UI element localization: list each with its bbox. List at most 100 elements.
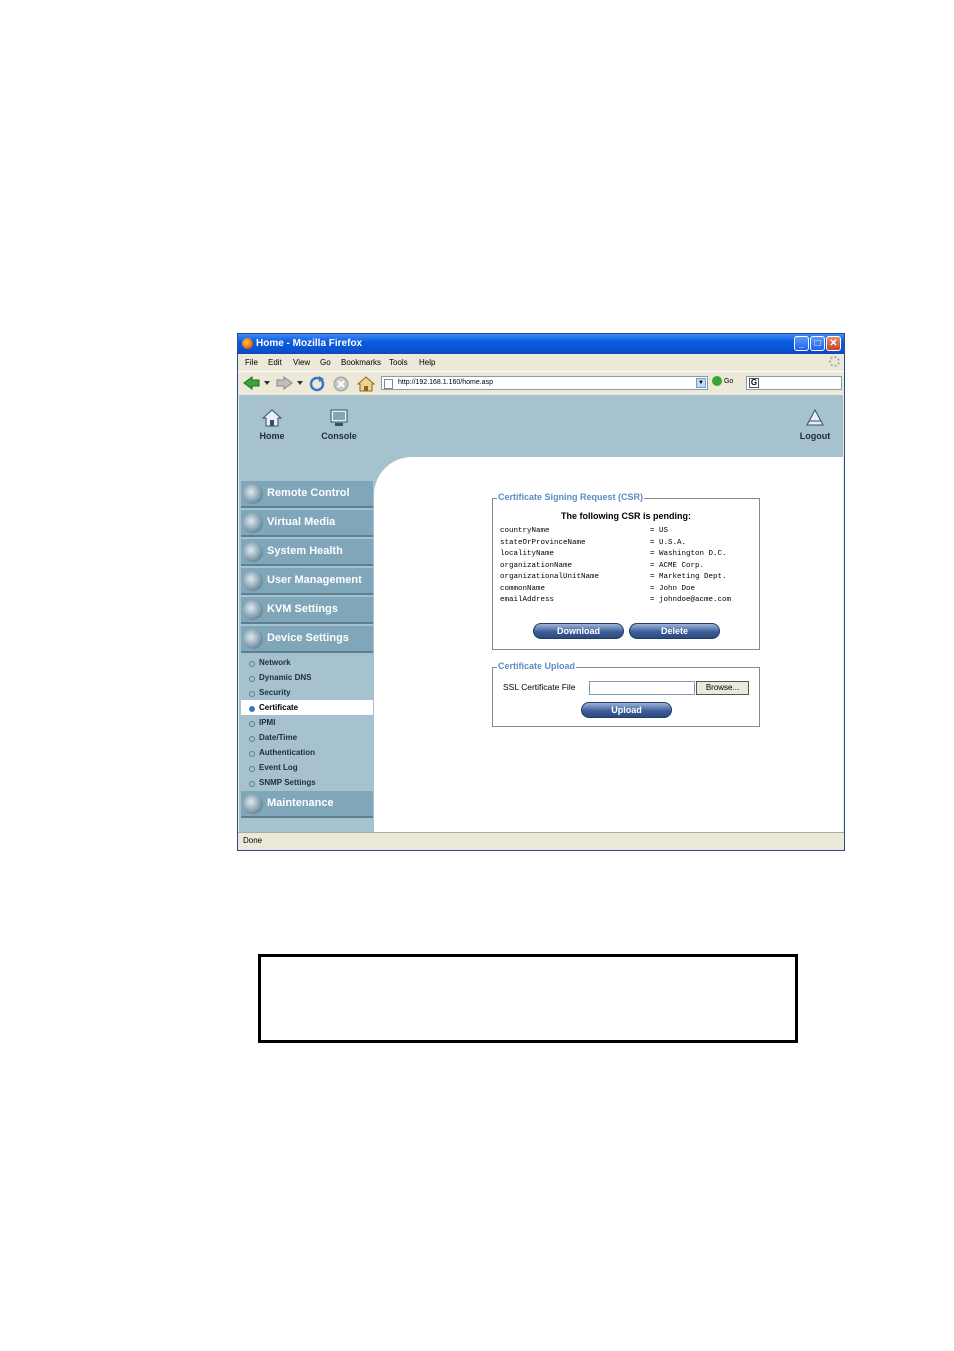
sidebar-section-label: Maintenance (267, 797, 334, 809)
sidebar: Remote Control Virtual Media System Heal… (239, 477, 374, 833)
sidebar-section-system-health[interactable]: System Health (241, 539, 373, 566)
back-icon[interactable] (243, 376, 273, 390)
menu-tools[interactable]: Tools (389, 358, 408, 367)
search-engine-icon: G (749, 378, 759, 388)
menu-bookmarks[interactable]: Bookmarks (341, 358, 381, 367)
go-label: Go (723, 377, 734, 385)
maintenance-icon (243, 794, 263, 814)
sidebar-item-snmp-settings[interactable]: SNMP Settings (241, 775, 373, 790)
browse-button[interactable]: Browse... (696, 681, 749, 695)
reload-icon[interactable] (309, 376, 325, 392)
kvm-settings-icon (243, 600, 263, 620)
sidebar-item-label: Network (259, 658, 291, 667)
sidebar-section-label: Virtual Media (267, 516, 336, 528)
upload-button[interactable]: Upload (581, 702, 672, 718)
sidebar-item-label: IPMI (259, 718, 276, 727)
console-nav-button[interactable]: Console (319, 409, 359, 441)
sidebar-item-label: Certificate (259, 703, 299, 712)
bullet-icon (249, 661, 255, 667)
csr-fieldset: Certificate Signing Request (CSR) The fo… (492, 492, 760, 650)
csr-field-key: countryName (500, 527, 550, 535)
sidebar-item-label: Event Log (259, 763, 298, 772)
bullet-icon (249, 781, 255, 787)
csr-field-key: localityName (500, 550, 555, 558)
csr-field-value: = US (650, 527, 669, 535)
home-nav-button[interactable]: Home (257, 409, 287, 441)
sidebar-item-label: Date/Time (259, 733, 298, 742)
forward-icon[interactable] (276, 376, 306, 390)
go-arrow-icon (712, 376, 722, 386)
delete-button[interactable]: Delete (629, 623, 720, 639)
sidebar-item-date-time[interactable]: Date/Time (241, 730, 373, 745)
sidebar-item-certificate[interactable]: Certificate (241, 700, 373, 715)
bullet-icon (249, 691, 255, 697)
sidebar-section-maintenance[interactable]: Maintenance (241, 791, 373, 818)
console-nav-label: Console (321, 431, 357, 441)
menu-bar: File Edit View Go Bookmarks Tools Help (238, 354, 844, 370)
throbber-icon (829, 356, 840, 367)
home-nav-label: Home (259, 431, 285, 441)
sidebar-item-authentication[interactable]: Authentication (241, 745, 373, 760)
note-box (258, 954, 798, 1043)
navigation-toolbar: http://192.168.1.160/home.asp ▼ Go G (238, 371, 844, 394)
upload-legend: Certificate Upload (497, 661, 577, 671)
sidebar-item-label: Dynamic DNS (259, 673, 312, 682)
virtual-media-icon (243, 513, 263, 533)
url-bar[interactable]: http://192.168.1.160/home.asp ▼ (381, 376, 708, 390)
ssl-certificate-file-input[interactable] (589, 681, 695, 695)
upload-fieldset: Certificate Upload SSL Certificate File … (492, 661, 760, 727)
csr-field-value: = Marketing Dept. (650, 573, 727, 581)
sidebar-item-dynamic-dns[interactable]: Dynamic DNS (241, 670, 373, 685)
sidebar-section-remote-control[interactable]: Remote Control (241, 481, 373, 508)
bullet-icon (249, 706, 255, 712)
top-navigation: Home Console Logout (239, 395, 843, 457)
minimize-button[interactable]: _ (794, 336, 809, 351)
sidebar-item-security[interactable]: Security (241, 685, 373, 700)
menu-edit[interactable]: Edit (268, 358, 282, 367)
csr-field-key: organizationName (500, 561, 573, 570)
page-icon (384, 379, 393, 389)
csr-field-value: = U.S.A. (650, 538, 687, 547)
sidebar-item-network[interactable]: Network (241, 655, 373, 670)
menu-help[interactable]: Help (419, 358, 435, 367)
csr-heading: The following CSR is pending: (561, 511, 691, 521)
sidebar-item-label: SNMP Settings (259, 778, 316, 787)
sidebar-section-virtual-media[interactable]: Virtual Media (241, 510, 373, 537)
download-button[interactable]: Download (533, 623, 624, 639)
go-button[interactable]: Go (712, 376, 733, 386)
menu-view[interactable]: View (293, 358, 310, 367)
csr-field-value: = John Doe (650, 584, 696, 593)
logout-nav-label: Logout (799, 431, 831, 441)
menu-go[interactable]: Go (320, 358, 331, 367)
csr-field-key: commonName (500, 584, 546, 593)
search-input[interactable]: G (746, 376, 842, 390)
home-icon[interactable] (357, 376, 375, 392)
csr-field-value: = Washington D.C. (650, 550, 727, 558)
remote-control-icon (243, 484, 263, 504)
sidebar-section-label: KVM Settings (267, 603, 338, 615)
sidebar-section-label: Remote Control (267, 487, 350, 499)
csr-field-key: emailAddress (500, 596, 555, 604)
sidebar-section-device-settings[interactable]: Device Settings (241, 626, 373, 653)
close-button[interactable]: ✕ (826, 336, 841, 351)
logout-nav-button[interactable]: Logout (797, 409, 833, 441)
sidebar-section-label: System Health (267, 545, 343, 557)
csr-legend: Certificate Signing Request (CSR) (497, 492, 645, 502)
browser-window: Home - Mozilla Firefox _ □ ✕ File Edit V… (237, 333, 845, 851)
sidebar-section-user-management[interactable]: User Management (241, 568, 373, 595)
firefox-icon (242, 338, 253, 349)
title-bar: Home - Mozilla Firefox _ □ ✕ (238, 334, 844, 354)
sidebar-item-event-log[interactable]: Event Log (241, 760, 373, 775)
url-text: http://192.168.1.160/home.asp (398, 379, 493, 386)
stop-icon[interactable] (333, 376, 349, 392)
system-health-icon (243, 542, 263, 562)
bullet-icon (249, 736, 255, 742)
user-management-icon (243, 571, 263, 591)
maximize-button[interactable]: □ (810, 336, 825, 351)
menu-file[interactable]: File (245, 358, 258, 367)
chevron-down-icon[interactable]: ▼ (696, 378, 706, 388)
sidebar-section-kvm-settings[interactable]: KVM Settings (241, 597, 373, 624)
bullet-icon (249, 751, 255, 757)
sidebar-item-ipmi[interactable]: IPMI (241, 715, 373, 730)
window-title: Home - Mozilla Firefox (256, 338, 363, 349)
